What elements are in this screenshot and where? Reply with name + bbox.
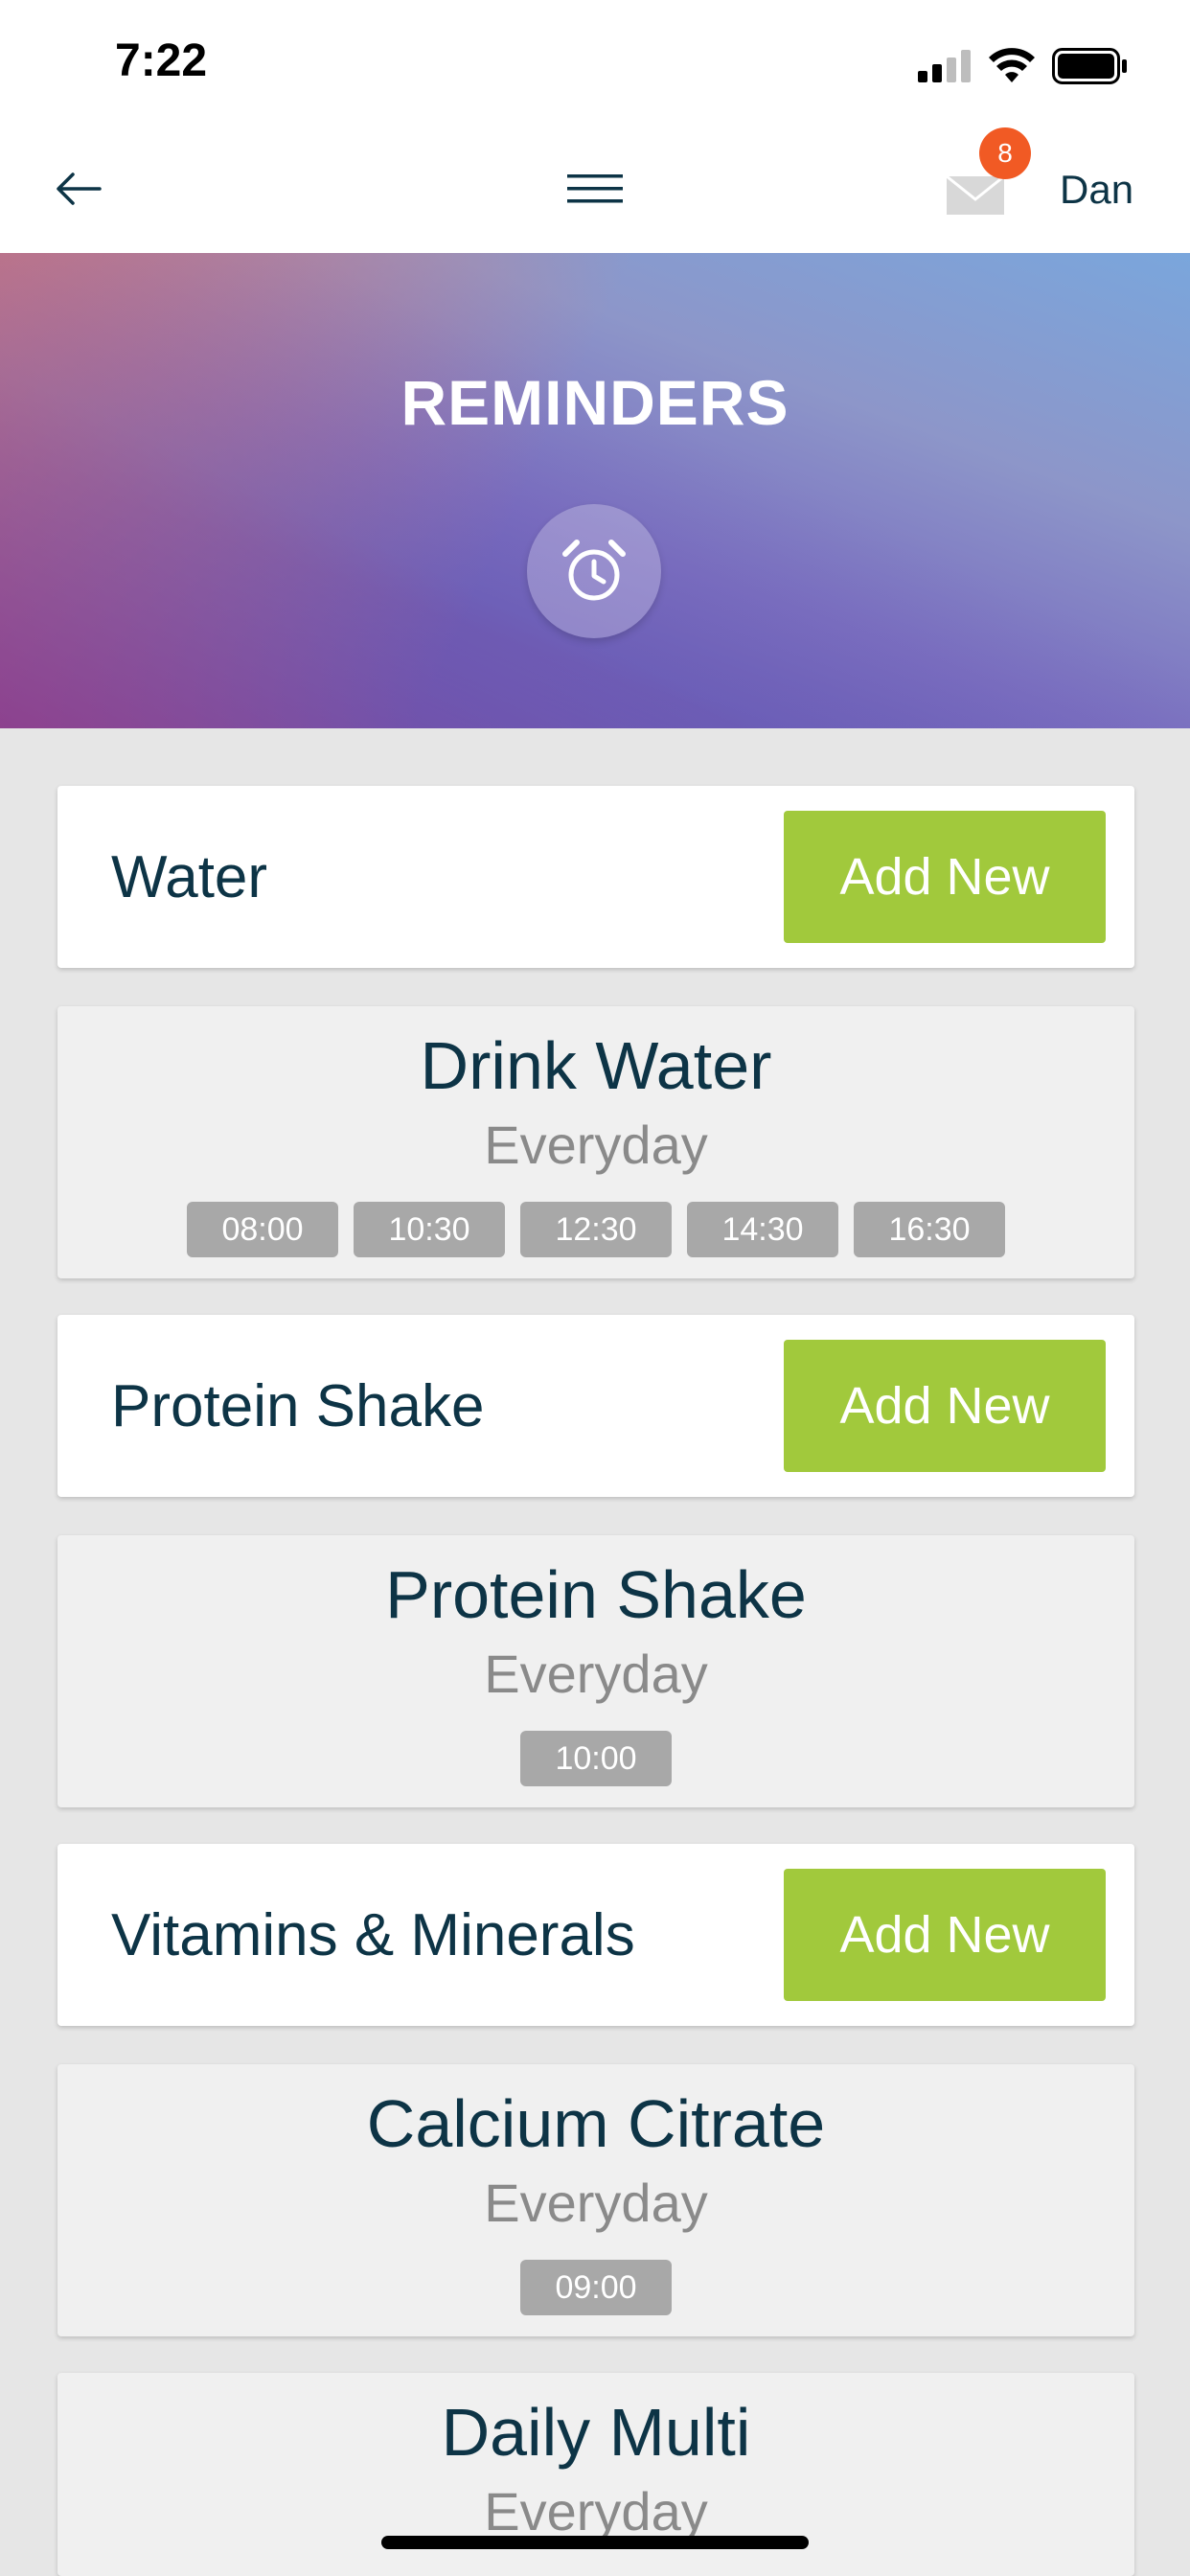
time-chip: 10:00 (520, 1731, 672, 1786)
back-arrow-icon[interactable] (50, 165, 107, 213)
section-title: Water (111, 844, 268, 910)
time-chip: 08:00 (187, 1202, 338, 1257)
reminder-frequency: Everyday (484, 2173, 708, 2233)
reminder-frequency: Everyday (484, 1115, 708, 1175)
time-chip: 12:30 (520, 1202, 672, 1257)
status-bar: 7:22 (0, 0, 1190, 125)
reminder-name: Protein Shake (385, 1557, 807, 1632)
time-chip: 09:00 (520, 2260, 672, 2315)
section-header-protein-shake: Protein Shake Add New (57, 1315, 1134, 1497)
page-title: REMINDERS (400, 367, 790, 438)
user-name[interactable]: Dan (1060, 167, 1133, 213)
reminder-card-calcium-citrate[interactable]: Calcium Citrate Everyday 09:00 (57, 2064, 1134, 2336)
reminder-times: 10:00 (57, 1731, 1134, 1786)
add-new-button[interactable]: Add New (784, 1869, 1106, 2001)
alarm-button[interactable] (527, 504, 661, 638)
alarm-clock-icon (562, 540, 626, 601)
cellular-signal-icon (918, 50, 971, 82)
reminder-name: Drink Water (420, 1028, 772, 1103)
unread-messages-badge: 8 (979, 127, 1031, 179)
section-title: Protein Shake (111, 1373, 485, 1439)
time-chip: 14:30 (687, 1202, 838, 1257)
time-chip: 10:30 (354, 1202, 505, 1257)
reminder-name: Daily Multi (441, 2395, 751, 2470)
reminder-times: 09:00 (57, 2260, 1134, 2315)
reminder-card-drink-water[interactable]: Drink Water Everyday 08:00 10:30 12:30 1… (57, 1006, 1134, 1278)
time-chip: 16:30 (854, 1202, 1005, 1257)
reminder-frequency: Everyday (484, 2481, 708, 2542)
wifi-icon (989, 48, 1035, 82)
reminder-card-protein-shake[interactable]: Protein Shake Everyday 10:00 (57, 1535, 1134, 1807)
section-header-water: Water Add New (57, 786, 1134, 968)
add-new-button[interactable]: Add New (784, 811, 1106, 943)
status-time: 7:22 (115, 35, 208, 86)
reminder-name: Calcium Citrate (366, 2086, 826, 2161)
add-new-button[interactable]: Add New (784, 1340, 1106, 1472)
reminders-header-banner: REMINDERS (0, 253, 1190, 728)
section-header-vitamins-minerals: Vitamins & Minerals Add New (57, 1844, 1134, 2026)
reminder-frequency: Everyday (484, 1644, 708, 1704)
section-title: Vitamins & Minerals (111, 1902, 635, 1968)
reminder-times: 08:00 10:30 12:30 14:30 16:30 (57, 1202, 1134, 1257)
home-indicator (381, 2536, 809, 2549)
battery-icon (1052, 48, 1127, 84)
hamburger-menu-icon[interactable] (563, 167, 627, 211)
